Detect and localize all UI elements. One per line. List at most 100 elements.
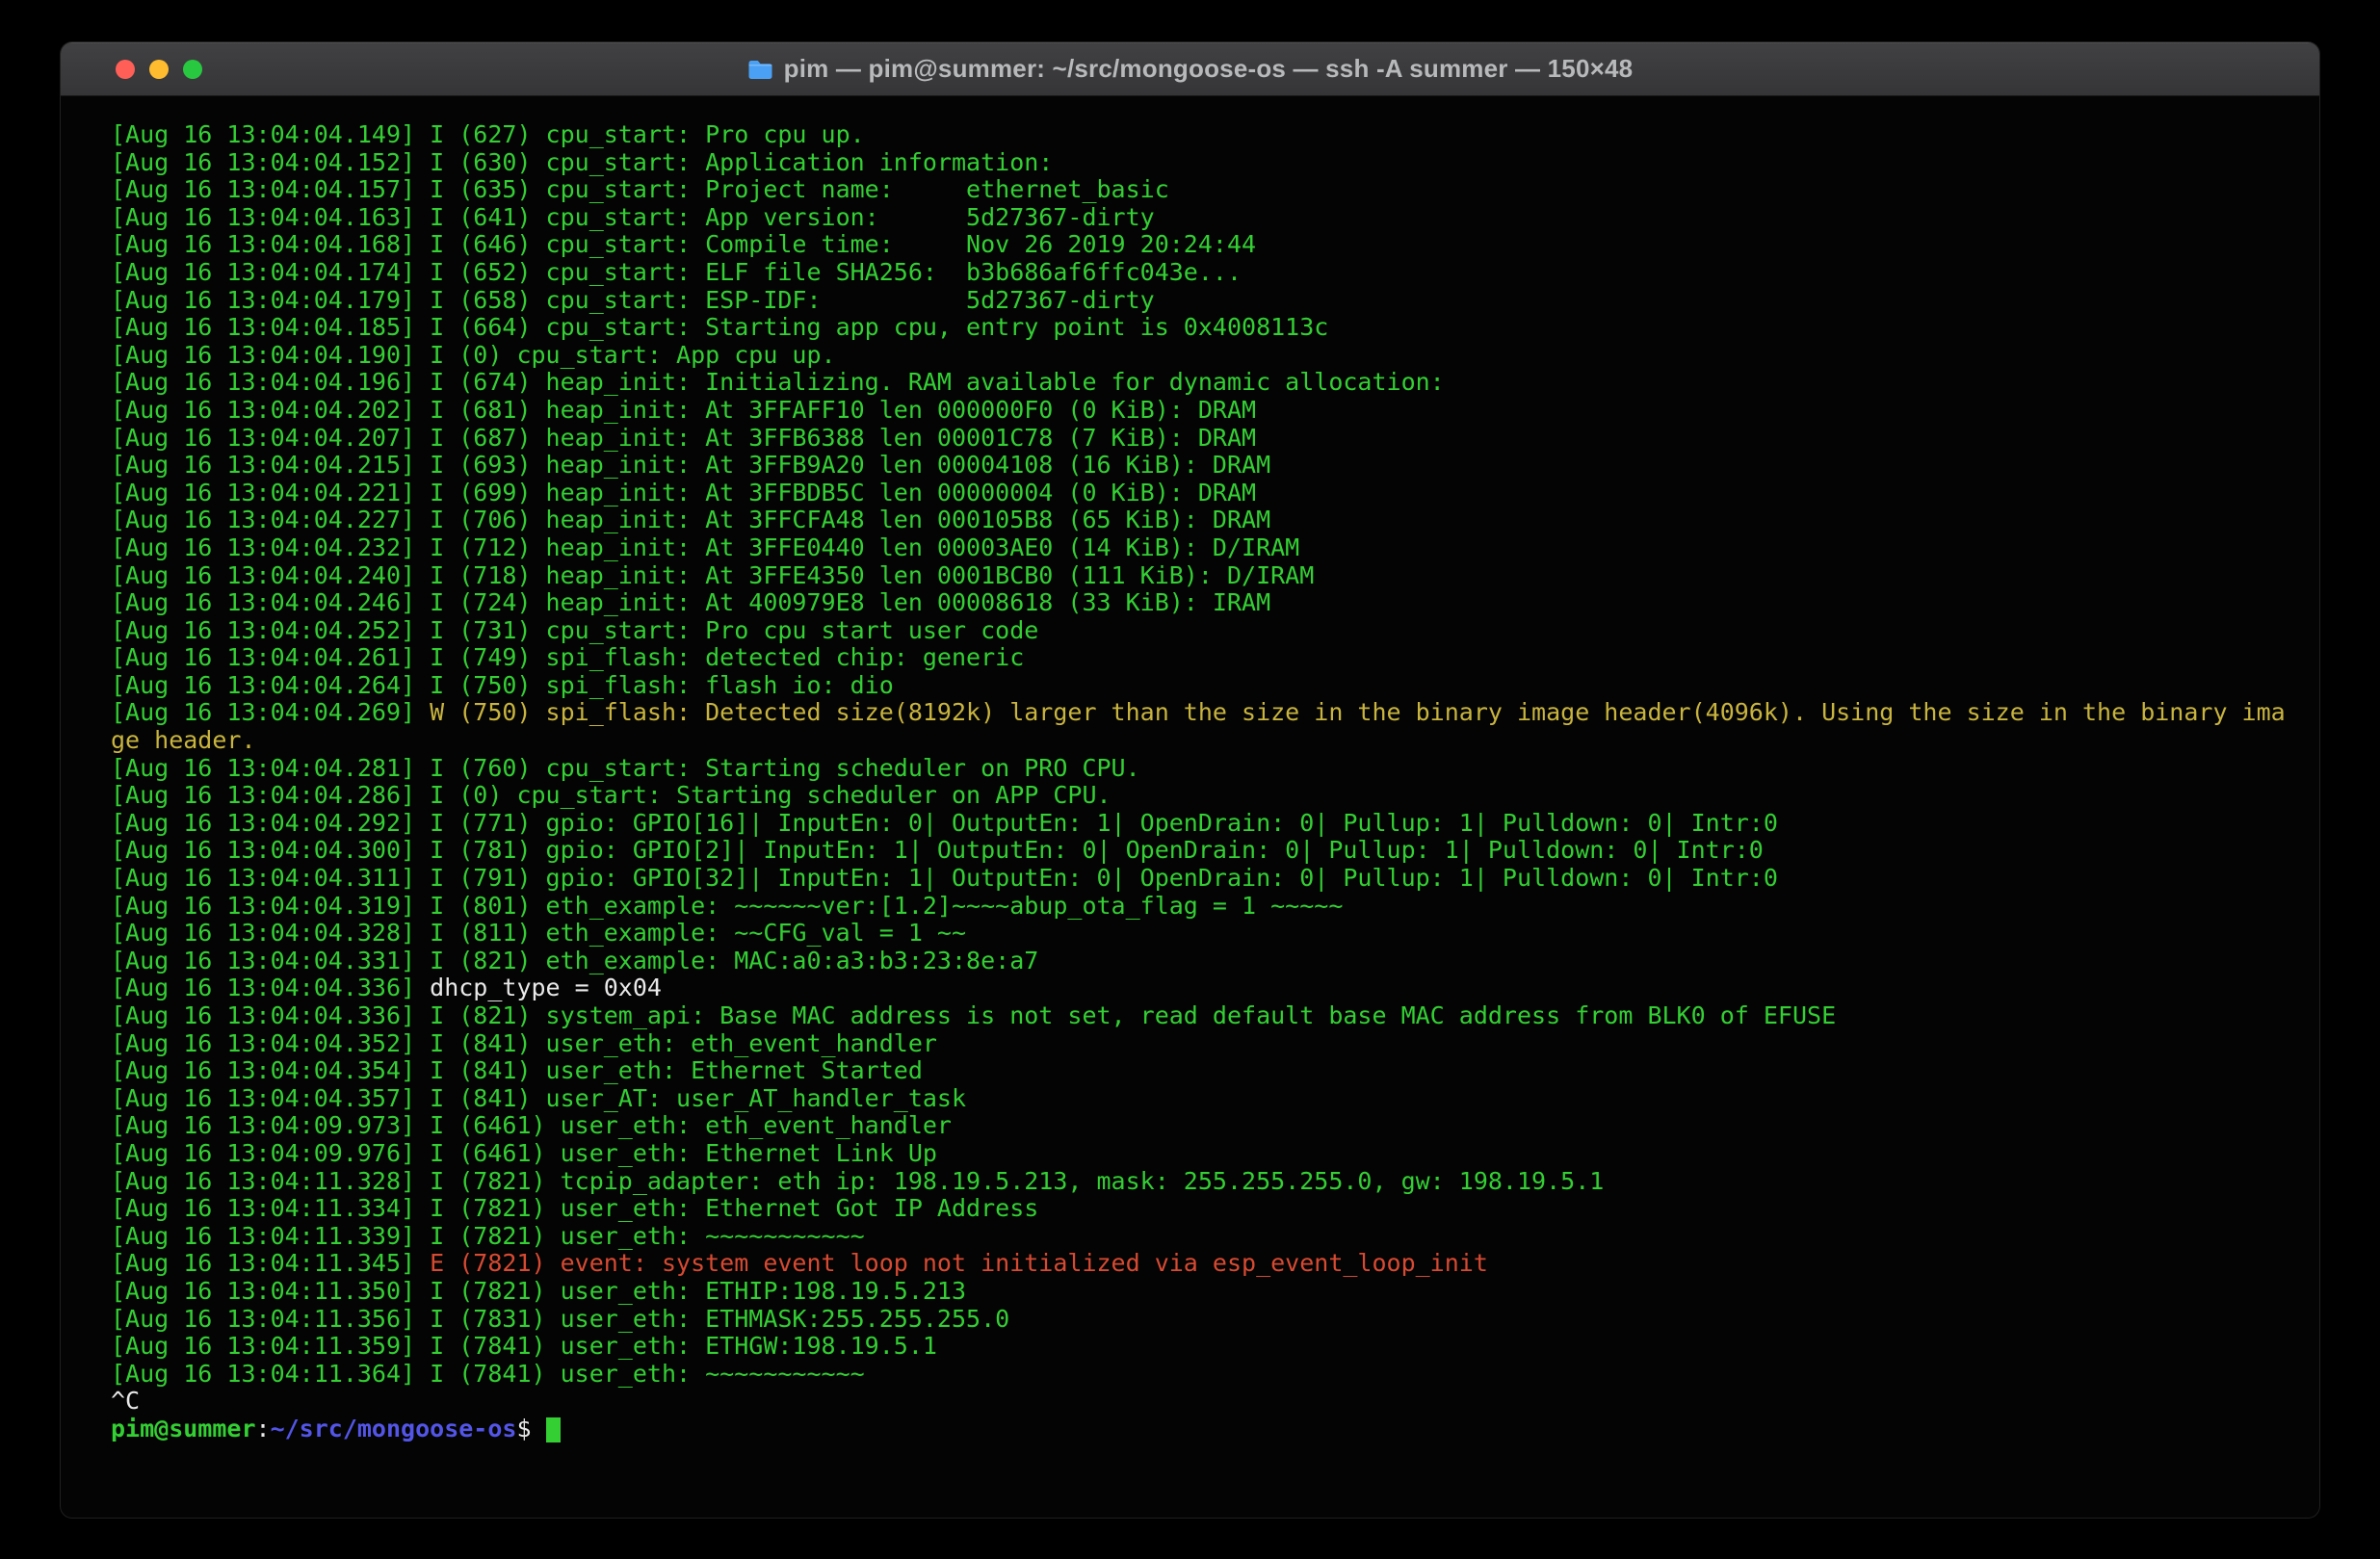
- prompt-user-host: pim@summer: [111, 1415, 256, 1442]
- log-line: [Aug 16 13:04:04.246] I (724) heap_init:…: [111, 589, 2292, 617]
- log-line: [Aug 16 13:04:04.179] I (658) cpu_start:…: [111, 287, 2292, 315]
- log-text: I (841) user_eth: eth_event_handler: [430, 1029, 937, 1057]
- log-text: I (658) cpu_start: ESP-IDF: 5d27367-dirt…: [430, 286, 1155, 314]
- log-line: [Aug 16 13:04:04.163] I (641) cpu_start:…: [111, 204, 2292, 232]
- log-timestamp: [Aug 16 13:04:04.252]: [111, 616, 430, 644]
- terminal-window: pim — pim@summer: ~/src/mongoose-os — ss…: [61, 42, 2319, 1518]
- log-line: [Aug 16 13:04:11.339] I (7821) user_eth:…: [111, 1223, 2292, 1251]
- close-button[interactable]: [116, 60, 135, 79]
- log-line: [Aug 16 13:04:04.227] I (706) heap_init:…: [111, 507, 2292, 534]
- log-text: W (750) spi_flash: Detected size(8192k) …: [430, 698, 2286, 726]
- zoom-button[interactable]: [183, 60, 202, 79]
- log-timestamp: [Aug 16 13:04:04.221]: [111, 479, 430, 507]
- log-text: I (630) cpu_start: Application informati…: [430, 148, 1053, 176]
- log-timestamp: [Aug 16 13:04:04.202]: [111, 396, 430, 424]
- log-timestamp: [Aug 16 13:04:04.281]: [111, 754, 430, 782]
- log-text: I (7821) user_eth: ~~~~~~~~~~~: [430, 1222, 865, 1250]
- log-text: I (841) user_AT: user_AT_handler_task: [430, 1084, 966, 1112]
- log-timestamp: [Aug 16 13:04:04.246]: [111, 588, 430, 616]
- log-text: I (7831) user_eth: ETHMASK:255.255.255.0: [430, 1305, 1009, 1333]
- log-line: [Aug 16 13:04:04.202] I (681) heap_init:…: [111, 397, 2292, 425]
- log-line: [Aug 16 13:04:04.292] I (771) gpio: GPIO…: [111, 810, 2292, 838]
- log-text: I (718) heap_init: At 3FFE4350 len 0001B…: [430, 561, 1314, 589]
- log-line: [Aug 16 13:04:11.364] I (7841) user_eth:…: [111, 1361, 2292, 1389]
- log-text: I (781) gpio: GPIO[2]| InputEn: 1| Outpu…: [430, 836, 1764, 864]
- log-timestamp: [Aug 16 13:04:11.356]: [111, 1305, 430, 1333]
- log-line: [Aug 16 13:04:04.331] I (821) eth_exampl…: [111, 948, 2292, 975]
- log-line: [Aug 16 13:04:09.976] I (6461) user_eth:…: [111, 1140, 2292, 1168]
- log-line: [Aug 16 13:04:04.240] I (718) heap_init:…: [111, 562, 2292, 590]
- log-text: I (749) spi_flash: detected chip: generi…: [430, 643, 1024, 671]
- log-text: I (771) gpio: GPIO[16]| InputEn: 0| Outp…: [430, 809, 1778, 837]
- log-line: [Aug 16 13:04:04.336] dhcp_type = 0x04: [111, 974, 2292, 1002]
- prompt-symbol: $: [516, 1415, 545, 1442]
- log-text: I (760) cpu_start: Starting scheduler on…: [430, 754, 1140, 782]
- log-text: I (821) eth_example: MAC:a0:a3:b3:23:8e:…: [430, 947, 1038, 974]
- log-timestamp: [Aug 16 13:04:04.227]: [111, 506, 430, 533]
- log-line: [Aug 16 13:04:04.190] I (0) cpu_start: A…: [111, 342, 2292, 370]
- log-text: I (646) cpu_start: Compile time: Nov 26 …: [430, 230, 1256, 258]
- log-text: I (627) cpu_start: Pro cpu up.: [430, 120, 865, 148]
- desktop-background: pim — pim@summer: ~/src/mongoose-os — ss…: [0, 0, 2380, 1559]
- log-text: I (821) system_api: Base MAC address is …: [430, 1001, 1836, 1029]
- log-text: I (7841) user_eth: ETHGW:198.19.5.1: [430, 1332, 937, 1360]
- log-line: [Aug 16 13:04:11.334] I (7821) user_eth:…: [111, 1195, 2292, 1223]
- log-line: [Aug 16 13:04:04.185] I (664) cpu_start:…: [111, 314, 2292, 342]
- log-text: I (687) heap_init: At 3FFB6388 len 00001…: [430, 424, 1256, 452]
- log-text: ge header.: [111, 726, 256, 754]
- log-text: I (712) heap_init: At 3FFE0440 len 00003…: [430, 533, 1299, 561]
- log-timestamp: [Aug 16 13:04:11.345]: [111, 1249, 430, 1277]
- log-line: [Aug 16 13:04:11.345] E (7821) event: sy…: [111, 1250, 2292, 1278]
- log-timestamp: [Aug 16 13:04:04.311]: [111, 864, 430, 892]
- log-line: [Aug 16 13:04:09.973] I (6461) user_eth:…: [111, 1112, 2292, 1140]
- log-line: [Aug 16 13:04:04.336] I (821) system_api…: [111, 1002, 2292, 1030]
- log-timestamp: [Aug 16 13:04:04.174]: [111, 258, 430, 286]
- log-text: I (811) eth_example: ~~CFG_val = 1 ~~: [430, 919, 966, 947]
- log-text: I (724) heap_init: At 400979E8 len 00008…: [430, 588, 1270, 616]
- log-text: I (635) cpu_start: Project name: etherne…: [430, 175, 1169, 203]
- log-line: [Aug 16 13:04:04.207] I (687) heap_init:…: [111, 425, 2292, 453]
- log-timestamp: [Aug 16 13:04:04.190]: [111, 341, 430, 369]
- log-text: I (6461) user_eth: eth_event_handler: [430, 1111, 952, 1139]
- log-line: [Aug 16 13:04:04.281] I (760) cpu_start:…: [111, 755, 2292, 783]
- log-line: [Aug 16 13:04:04.168] I (646) cpu_start:…: [111, 231, 2292, 259]
- log-text: I (641) cpu_start: App version: 5d27367-…: [430, 203, 1155, 231]
- terminal-cursor: [546, 1417, 561, 1442]
- terminal-screen[interactable]: [Aug 16 13:04:04.149] I (627) cpu_start:…: [61, 96, 2319, 1518]
- log-timestamp: [Aug 16 13:04:11.328]: [111, 1167, 430, 1195]
- traffic-lights: [116, 42, 202, 95]
- log-timestamp: [Aug 16 13:04:04.269]: [111, 698, 430, 726]
- folder-icon: [747, 59, 773, 80]
- log-text: I (6461) user_eth: Ethernet Link Up: [430, 1139, 937, 1167]
- log-line: [Aug 16 13:04:04.300] I (781) gpio: GPIO…: [111, 837, 2292, 865]
- log-line: [Aug 16 13:04:04.286] I (0) cpu_start: S…: [111, 782, 2292, 810]
- log-text: I (841) user_eth: Ethernet Started: [430, 1056, 923, 1084]
- log-timestamp: [Aug 16 13:04:04.179]: [111, 286, 430, 314]
- log-line: [Aug 16 13:04:04.328] I (811) eth_exampl…: [111, 920, 2292, 948]
- log-text: I (0) cpu_start: Starting scheduler on A…: [430, 781, 1111, 809]
- log-text: I (7841) user_eth: ~~~~~~~~~~~: [430, 1360, 865, 1388]
- prompt-colon: :: [256, 1415, 271, 1442]
- log-line: [Aug 16 13:04:04.232] I (712) heap_init:…: [111, 534, 2292, 562]
- log-timestamp: [Aug 16 13:04:04.264]: [111, 671, 430, 699]
- minimize-button[interactable]: [149, 60, 169, 79]
- log-timestamp: [Aug 16 13:04:04.240]: [111, 561, 430, 589]
- log-text: I (791) gpio: GPIO[32]| InputEn: 1| Outp…: [430, 864, 1778, 892]
- log-timestamp: [Aug 16 13:04:04.168]: [111, 230, 430, 258]
- log-line: [Aug 16 13:04:04.174] I (652) cpu_start:…: [111, 259, 2292, 287]
- log-line: ge header.: [111, 727, 2292, 755]
- log-timestamp: [Aug 16 13:04:04.319]: [111, 892, 430, 920]
- log-line: [Aug 16 13:04:04.157] I (635) cpu_start:…: [111, 176, 2292, 204]
- prompt-line: pim@summer:~/src/mongoose-os$: [111, 1416, 2292, 1443]
- log-text: I (693) heap_init: At 3FFB9A20 len 00004…: [430, 451, 1270, 479]
- log-text: I (674) heap_init: Initializing. RAM ava…: [430, 368, 1445, 396]
- log-timestamp: [Aug 16 13:04:04.336]: [111, 1001, 430, 1029]
- title-bar[interactable]: pim — pim@summer: ~/src/mongoose-os — ss…: [61, 42, 2319, 96]
- log-text: I (681) heap_init: At 3FFAFF10 len 00000…: [430, 396, 1256, 424]
- log-text: I (731) cpu_start: Pro cpu start user co…: [430, 616, 1038, 644]
- log-timestamp: [Aug 16 13:04:04.149]: [111, 120, 430, 148]
- log-text: I (801) eth_example: ~~~~~~ver:[1.2]~~~~…: [430, 892, 1343, 920]
- log-timestamp: [Aug 16 13:04:04.336]: [111, 974, 430, 1001]
- log-text: I (0) cpu_start: App cpu up.: [430, 341, 835, 369]
- log-timestamp: [Aug 16 13:04:04.292]: [111, 809, 430, 837]
